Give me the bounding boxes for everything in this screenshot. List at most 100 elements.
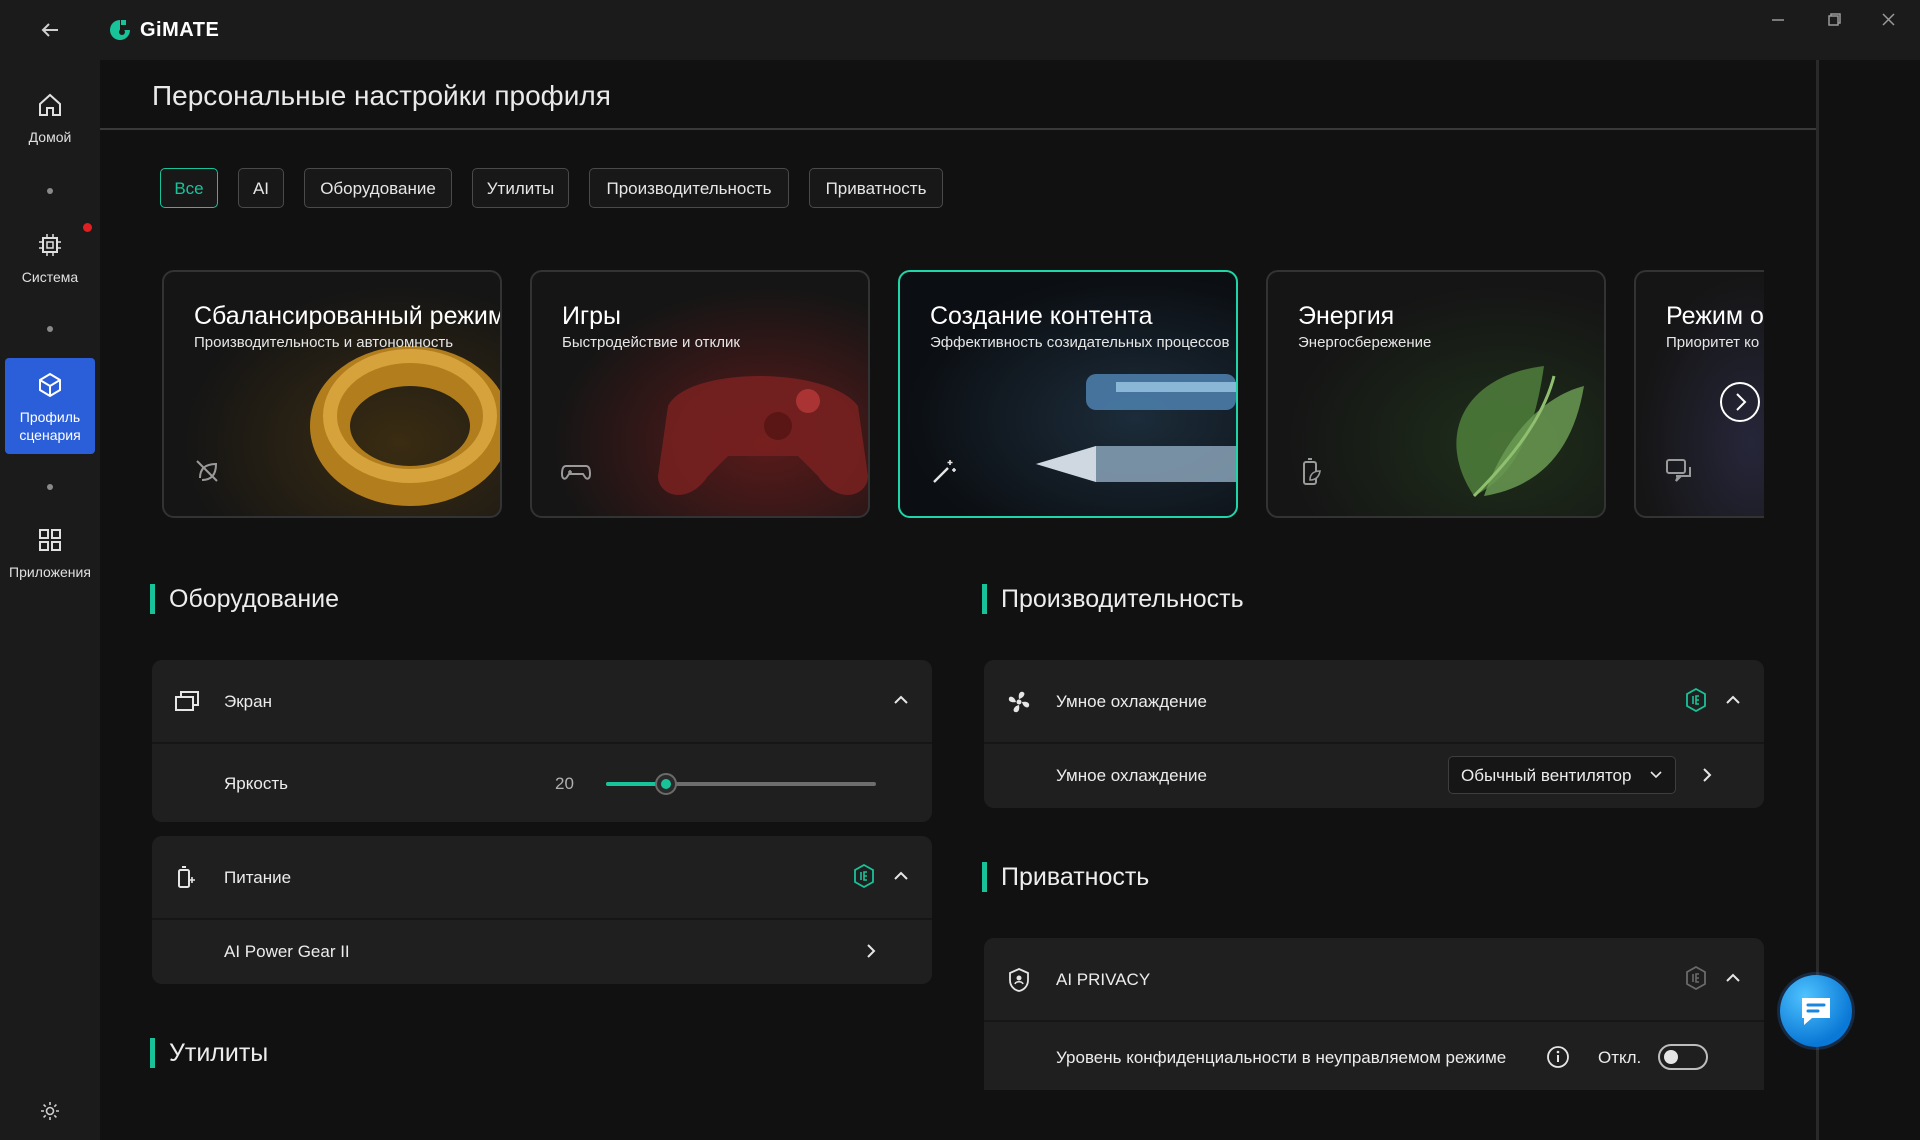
toggle-knob	[1664, 1050, 1678, 1064]
chevron-right-icon[interactable]	[1700, 766, 1714, 784]
ai-privacy-header-row[interactable]: AI PRIVACY	[984, 938, 1764, 1020]
brightness-label: Яркость	[224, 774, 288, 793]
chat-bubble-icon	[1802, 998, 1830, 1025]
section-header-utilities: Утилиты	[150, 1038, 268, 1068]
card-subtitle: Приоритет ко	[1666, 334, 1760, 351]
notification-dot	[83, 223, 92, 232]
dropdown-value: Обычный вентилятор	[1461, 766, 1632, 785]
brightness-row: Яркость 20	[152, 744, 932, 822]
scenario-card-balanced[interactable]: Сбалансированный режим Производительност…	[162, 270, 502, 518]
fan-icon	[1008, 691, 1030, 713]
ai-badge-icon	[1686, 688, 1706, 712]
card-subtitle: Энергосбережение	[1298, 334, 1432, 351]
info-icon[interactable]	[1546, 1045, 1570, 1069]
power-header-row[interactable]: Питание	[152, 836, 932, 918]
carousel-next-button[interactable]	[1720, 382, 1760, 422]
card-title: Игры	[562, 302, 621, 330]
close-icon[interactable]	[1872, 8, 1904, 32]
title-divider	[100, 128, 1816, 130]
sidebar-item-scenario-profile[interactable]: Профиль сценария	[5, 358, 95, 454]
card-title: Режим о	[1666, 302, 1764, 330]
chevron-right-icon[interactable]	[864, 942, 878, 960]
card-subtitle: Быстродействие и отклик	[562, 334, 740, 351]
filter-all[interactable]: Все	[160, 168, 218, 208]
leaf-art	[1456, 366, 1584, 498]
smart-cooling-label: Умное охлаждение	[1056, 692, 1207, 711]
minimize-icon[interactable]	[1762, 8, 1794, 32]
privacy-level-label: Уровень конфиденциальности в неуправляем…	[1056, 1048, 1507, 1067]
filter-performance[interactable]: Производительность	[589, 168, 789, 208]
magic-wand-icon	[928, 456, 960, 493]
gimate-logo-icon	[110, 20, 130, 40]
ai-badge-icon	[854, 864, 874, 888]
chevron-up-icon[interactable]	[1724, 693, 1742, 707]
chip-icon	[39, 234, 61, 256]
sidebar: Домой Система Профиль сценария Приложени…	[0, 60, 100, 1140]
cube-icon	[39, 372, 61, 398]
app-name: GiMATE	[140, 18, 220, 41]
home-icon	[39, 93, 61, 116]
filter-ai[interactable]: AI	[238, 168, 284, 208]
chat-assistant-button[interactable]	[1780, 975, 1852, 1047]
settings-gear-icon[interactable]	[38, 1099, 62, 1128]
screen-label: Экран	[224, 692, 272, 711]
nav-separator-dot	[47, 188, 53, 194]
display-icon	[175, 691, 199, 711]
privacy-level-row: Уровень конфиденциальности в неуправляем…	[984, 1022, 1764, 1090]
shield-icon	[1009, 968, 1029, 992]
brightness-value: 20	[555, 774, 574, 793]
app-logo: GiMATE	[108, 18, 219, 42]
cooling-header-row[interactable]: Умное охлаждение	[984, 660, 1764, 742]
scenario-card-content-creation[interactable]: Создание контента Эффективность созидате…	[898, 270, 1238, 518]
power-label: Питание	[224, 868, 292, 887]
sidebar-item-label: Приложения	[9, 564, 91, 580]
card-title: Создание контента	[930, 302, 1153, 330]
ai-power-gear-label: AI Power Gear II	[224, 942, 350, 961]
restore-icon[interactable]	[1818, 8, 1850, 32]
scenario-card-energy[interactable]: Энергия Энергосбережение	[1266, 270, 1606, 518]
gamepad-icon	[560, 456, 592, 491]
card-subtitle: Производительность и автономность	[194, 334, 454, 351]
filter-hardware[interactable]: Оборудование	[304, 168, 452, 208]
nav-separator-dot	[47, 484, 53, 490]
sidebar-item-apps[interactable]: Приложения	[5, 525, 95, 581]
toggle-state-label: Откл.	[1598, 1048, 1642, 1067]
panel-screen: Экран Яркость 20	[152, 660, 932, 822]
chat-icon	[1664, 456, 1696, 491]
panel-power: Питание AI Power Gear II	[152, 836, 932, 984]
brightness-slider-knob[interactable]	[655, 773, 677, 795]
chevron-up-icon[interactable]	[892, 869, 910, 883]
battery-plug-icon	[178, 866, 195, 888]
page-title: Персональные настройки профиля	[152, 80, 611, 111]
nav-separator-dot	[47, 326, 53, 332]
cooling-mode-dropdown[interactable]: Обычный вентилятор	[1448, 756, 1676, 794]
ai-power-gear-row[interactable]: AI Power Gear II	[152, 920, 932, 984]
panel-smart-cooling: Умное охлаждение Умное охлаждение Обычны…	[984, 660, 1764, 808]
sidebar-item-system[interactable]: Система	[5, 230, 95, 286]
sidebar-item-home[interactable]: Домой	[5, 90, 95, 146]
ai-badge-inactive-icon	[1686, 966, 1706, 990]
scenario-card-games[interactable]: Игры Быстродействие и отклик	[530, 270, 870, 518]
sidebar-item-label: Домой	[28, 129, 72, 145]
leaf-off-icon	[192, 456, 222, 491]
cooling-mode-label: Умное охлаждение	[1056, 766, 1207, 785]
card-subtitle: Эффективность созидательных процессов	[930, 334, 1230, 351]
main-content: Персональные настройки профиля Все AI Об…	[100, 60, 1816, 1140]
privacy-toggle[interactable]	[1658, 1044, 1708, 1070]
panel-ai-privacy: AI PRIVACY Уровень конфиденциальности в …	[984, 938, 1764, 1090]
section-header-performance: Производительность	[982, 584, 1244, 614]
filter-utilities[interactable]: Утилиты	[472, 168, 569, 208]
sidebar-item-label: Система	[21, 269, 79, 285]
back-arrow-icon[interactable]	[36, 16, 64, 44]
ai-privacy-label: AI PRIVACY	[1056, 970, 1151, 989]
sidebar-item-label: Профиль сценария	[19, 409, 81, 443]
filter-privacy[interactable]: Приватность	[809, 168, 943, 208]
chevron-up-icon[interactable]	[1724, 971, 1742, 985]
section-header-hardware: Оборудование	[150, 584, 339, 614]
apps-grid-icon	[39, 529, 61, 551]
chevron-right-icon	[1736, 393, 1747, 411]
chevron-down-icon	[1650, 771, 1662, 779]
pens-art	[1036, 374, 1236, 482]
screen-header-row[interactable]: Экран	[152, 660, 932, 742]
chevron-up-icon[interactable]	[892, 693, 910, 707]
